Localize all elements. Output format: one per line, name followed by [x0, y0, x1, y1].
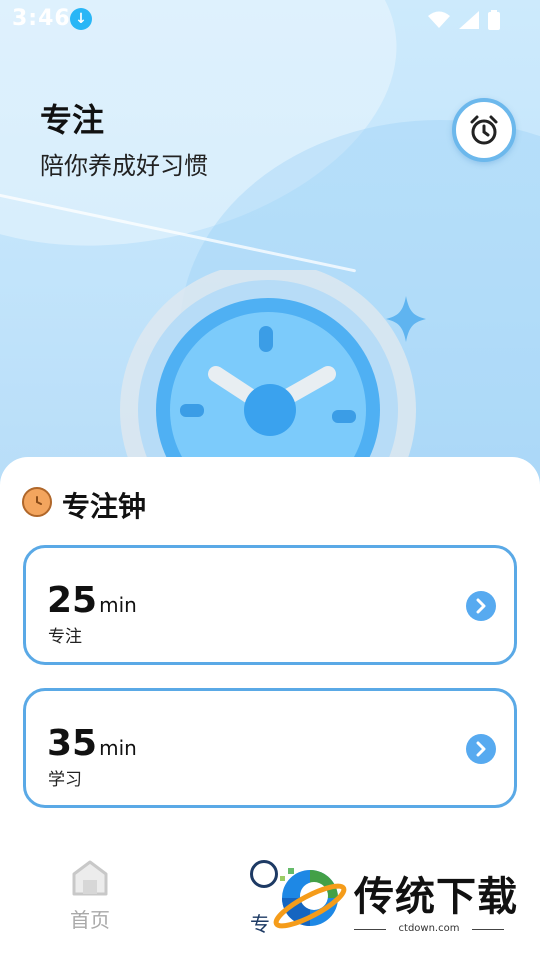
status-bar: 3:46 ↓: [0, 0, 540, 38]
timer-label: 专注: [48, 627, 82, 647]
status-time: 3:46: [12, 6, 71, 31]
chevron-right-icon[interactable]: [466, 734, 496, 764]
tab-home-label: 首页: [70, 908, 110, 932]
system-icons: [424, 9, 500, 30]
signal-icon: [458, 10, 479, 29]
timer-card-35[interactable]: 35 min 学习: [23, 688, 517, 808]
page-subtitle: 陪你养成好习惯: [40, 152, 208, 180]
battery-icon: [488, 9, 500, 30]
clock-icon: [22, 487, 52, 517]
sparkle-icon: [384, 294, 428, 348]
planet-logo-icon: [273, 868, 347, 929]
timer-card-25[interactable]: 25 min 专注: [23, 545, 517, 665]
alarm-button[interactable]: [452, 98, 516, 162]
section-title: 专注钟: [62, 490, 147, 523]
home-icon: [72, 860, 108, 896]
page-title: 专注: [40, 101, 105, 139]
hero-banner: [0, 0, 540, 500]
timer-duration: 35 min: [47, 723, 137, 764]
watermark-brand: 传统下载: [354, 874, 518, 920]
tab-home[interactable]: 首页: [64, 858, 116, 933]
watermark-url: ctdown.com: [354, 923, 504, 934]
wifi-icon: [427, 11, 450, 28]
timer-label: 学习: [48, 770, 82, 790]
download-icon: ↓: [70, 8, 92, 30]
chevron-right-icon[interactable]: [466, 591, 496, 621]
watermark-logo: 传统下载 ctdown.com: [270, 860, 520, 940]
tab-focus-label: 专: [250, 912, 270, 936]
alarm-clock-icon: [470, 115, 498, 145]
timer-duration: 25 min: [47, 580, 137, 621]
